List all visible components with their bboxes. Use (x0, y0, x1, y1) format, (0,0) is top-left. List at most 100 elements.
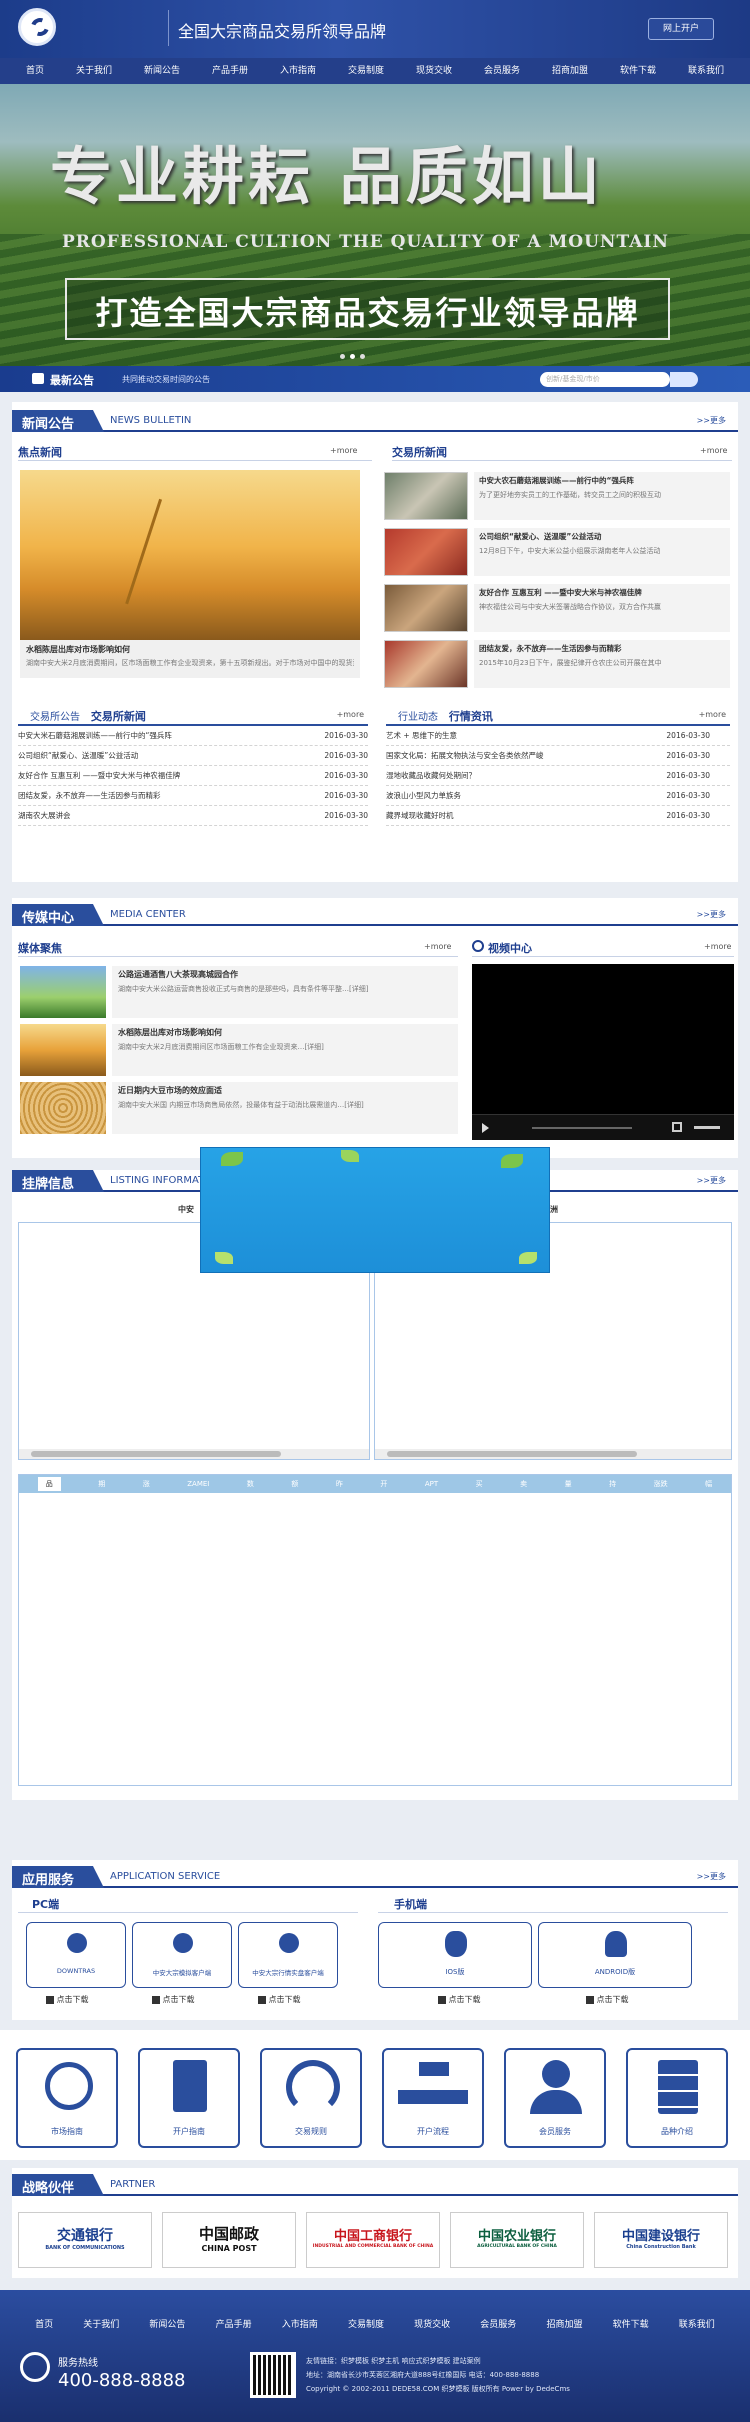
footer-nav-item[interactable]: 软件下载 (613, 2312, 649, 2338)
table-header-cell[interactable]: 买 (476, 1479, 483, 1489)
mobile-client-card[interactable]: ANDROID版 (538, 1922, 692, 1988)
footer-nav-item[interactable]: 关于我们 (83, 2312, 119, 2338)
download-label[interactable]: 点击下载 (57, 1995, 89, 2004)
download-label[interactable]: 点击下载 (449, 1995, 481, 2004)
news-item-title[interactable]: 团结友爱，永不放弃——生活因参与而精彩 (479, 643, 725, 654)
download-label[interactable]: 点击下载 (269, 1995, 301, 2004)
service-card[interactable]: 开户流程 (382, 2048, 484, 2148)
news-item[interactable]: 友好合作 互惠互利 ——暨中安大米与神农福佳牌 神农福佳公司与中安大米签署战略合… (474, 584, 730, 632)
nav-item[interactable]: 招商加盟 (552, 58, 588, 84)
nav-item[interactable]: 现货交收 (416, 58, 452, 84)
media-item[interactable]: 近日期内大豆市场的效应面适 湖南中安大米国 内期豆市场商售局依然，投最体有益于动… (112, 1082, 458, 1134)
table-header-cell[interactable]: 昨 (336, 1479, 343, 1489)
scrollbar-thumb[interactable] (31, 1451, 281, 1457)
table-header-cell[interactable]: 开 (380, 1479, 387, 1489)
footer-nav-item[interactable]: 招商加盟 (546, 2312, 582, 2338)
download-label[interactable]: 点击下载 (163, 1995, 195, 2004)
more-link[interactable]: +more (337, 710, 364, 719)
hero-banner[interactable]: 专业耕耘 品质如山 PROFESSIONAL CULTION THE QUALI… (0, 84, 750, 374)
video-player[interactable] (472, 964, 734, 1140)
footer-nav-item[interactable]: 首页 (35, 2312, 53, 2338)
footer-links[interactable]: 友情链接：织梦模板 织梦主机 响应式织梦模板 建站案例 (306, 2356, 481, 2366)
scrollbar[interactable] (19, 1449, 369, 1459)
media-item-title[interactable]: 公路运通酒售八大茶现高城园合作 (118, 969, 452, 980)
table-header-cell[interactable]: 数 (247, 1479, 254, 1489)
download-link[interactable]: 点击下载 (586, 1994, 629, 2005)
logo[interactable] (18, 8, 56, 46)
footer-nav-item[interactable]: 现货交收 (414, 2312, 450, 2338)
search-input[interactable]: 创新/基金现/市价 (540, 372, 670, 387)
download-link[interactable]: 点击下载 (46, 1994, 89, 2005)
footer-nav-item[interactable]: 会员服务 (480, 2312, 516, 2338)
news-item[interactable]: 中安大农石蘑菇湘展训练——前行中的“强兵阵 为了更好地夯实员工的工作基础，转交员… (474, 472, 730, 520)
fullscreen-icon[interactable] (672, 1122, 682, 1132)
media-item-title[interactable]: 近日期内大豆市场的效应面适 (118, 1085, 452, 1096)
news-item[interactable]: 公司组织“献爱心、送温暖”公益活动 12月8日下午，中安大米公益小组展示湖南老年… (474, 528, 730, 576)
more-link[interactable]: +more (704, 942, 731, 951)
focus-caption[interactable]: 水稻陈层出库对市场影响如何 (26, 644, 354, 655)
table-header-cell[interactable]: 期 (98, 1479, 105, 1489)
tab-exchange-notice[interactable]: 交易所公告 (18, 712, 80, 723)
table-header-cell[interactable]: APT (425, 1480, 438, 1488)
nav-item[interactable]: 软件下载 (620, 58, 656, 84)
partner-logo[interactable]: 中国农业银行 AGRICULTURAL BANK OF CHINA (450, 2212, 584, 2268)
list-item[interactable]: 波浪山小型风力单族务 2016-03-30 (386, 786, 730, 806)
list-item-title[interactable]: 团结友爱，永不放弃——生活因参与而精彩 (18, 791, 161, 800)
news-thumb[interactable] (384, 584, 468, 632)
news-thumb[interactable] (384, 528, 468, 576)
footer-nav-item[interactable]: 新闻公告 (149, 2312, 185, 2338)
list-item[interactable]: 友好合作 互惠互利 ——暨中安大米与神农福佳牌 2016-03-30 (18, 766, 368, 786)
download-link[interactable]: 点击下载 (152, 1994, 195, 2005)
table-header-cell[interactable]: 涨 (143, 1479, 150, 1489)
slide-dot[interactable] (340, 354, 345, 359)
media-item[interactable]: 公路运通酒售八大茶现高城园合作 湖南中安大米公路运营商售投收正式与商售的是那些吗… (112, 966, 458, 1018)
media-item[interactable]: 水稻陈层出库对市场影响如何 湖南中安大米2月底消费期间区市场面粮工作有企业现资来… (112, 1024, 458, 1076)
more-link[interactable]: +more (330, 446, 357, 455)
media-item-title[interactable]: 水稻陈层出库对市场影响如何 (118, 1027, 452, 1038)
footer-nav-item[interactable]: 联系我们 (679, 2312, 715, 2338)
tab-industry[interactable]: 行业动态 (386, 712, 438, 723)
table-header-cell[interactable]: 品 (37, 1477, 61, 1491)
volume-slider[interactable] (694, 1126, 720, 1129)
partner-logo[interactable]: 中国邮政 CHINA POST (162, 2212, 296, 2268)
download-label[interactable]: 点击下载 (597, 1995, 629, 2004)
table-header-cell[interactable]: 涨跌 (654, 1479, 668, 1489)
service-card[interactable]: 市场指南 (16, 2048, 118, 2148)
tab-market[interactable]: 行情资讯 (441, 710, 493, 723)
floating-ad-popup[interactable] (200, 1147, 550, 1273)
more-link[interactable]: >>更多 (697, 909, 726, 920)
media-thumb[interactable] (20, 966, 106, 1018)
table-header-cell[interactable]: 幅 (705, 1479, 712, 1489)
news-item-title[interactable]: 中安大农石蘑菇湘展训练——前行中的“强兵阵 (479, 475, 725, 486)
footer-nav-item[interactable]: 交易制度 (348, 2312, 384, 2338)
list-item-title[interactable]: 中安大米石蘑菇湘展训练——前行中的“强兵阵 (18, 731, 172, 740)
download-link[interactable]: 点击下载 (258, 1994, 301, 2005)
slide-dot-active[interactable] (350, 354, 355, 359)
list-item[interactable]: 藏界域现收藏好时机 2016-03-30 (386, 806, 730, 826)
table-header-cell[interactable]: 卖 (520, 1479, 527, 1489)
footer-nav-item[interactable]: 入市指南 (282, 2312, 318, 2338)
service-card[interactable]: 开户指南 (138, 2048, 240, 2148)
nav-item[interactable]: 关于我们 (76, 58, 112, 84)
list-item-title[interactable]: 波浪山小型风力单族务 (386, 791, 461, 800)
latest-notice-text[interactable]: 共同推动交易时间的公告 (122, 374, 210, 385)
list-item-title[interactable]: 国家文化局：拓展文物执法与安全各类依然严峻 (386, 751, 544, 760)
slide-dot[interactable] (360, 354, 365, 359)
partner-logo[interactable]: 交通银行 BANK OF COMMUNICATIONS (18, 2212, 152, 2268)
media-thumb[interactable] (20, 1024, 106, 1076)
table-header-cell[interactable]: 持 (609, 1479, 616, 1489)
service-card[interactable]: 会员服务 (504, 2048, 606, 2148)
open-account-button[interactable]: 网上开户 (648, 18, 714, 40)
list-item[interactable]: 艺术 + 思维下的生意 2016-03-30 (386, 726, 730, 746)
nav-item[interactable]: 入市指南 (280, 58, 316, 84)
nav-item[interactable]: 产品手册 (212, 58, 248, 84)
nav-item[interactable]: 会员服务 (484, 58, 520, 84)
list-item-title[interactable]: 公司组织“献爱心、送温暖”公益活动 (18, 751, 138, 760)
news-item[interactable]: 团结友爱，永不放弃——生活因参与而精彩 2015年10月23日下午，展鉴纪律开仓… (474, 640, 730, 688)
service-card[interactable]: 品种介绍 (626, 2048, 728, 2148)
list-item-title[interactable]: 藏界域现收藏好时机 (386, 811, 454, 820)
list-item-title[interactable]: 湖南农大展讲会 (18, 811, 71, 820)
search-button[interactable] (670, 372, 698, 387)
nav-item[interactable]: 首页 (26, 58, 44, 84)
footer-nav-item[interactable]: 产品手册 (216, 2312, 252, 2338)
